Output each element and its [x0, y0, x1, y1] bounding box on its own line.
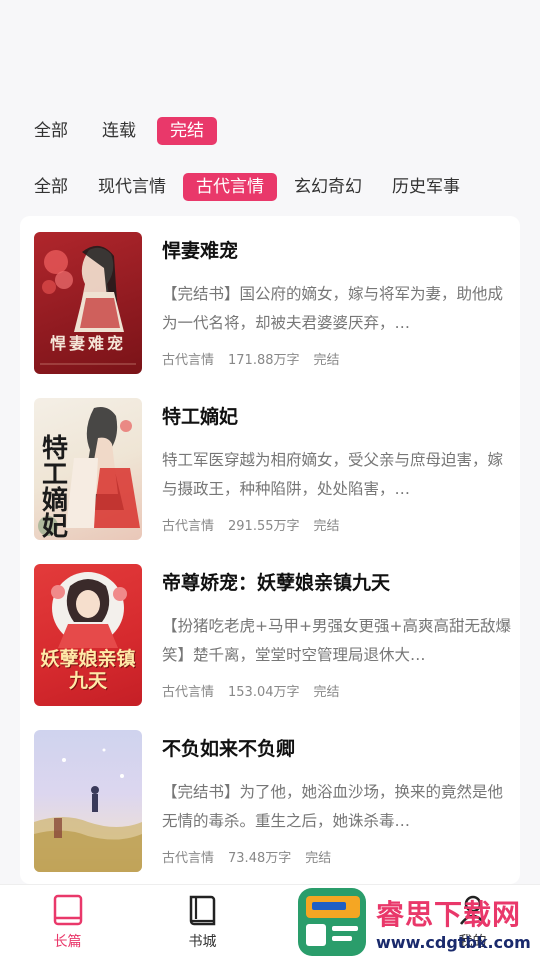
book-category: 古代言情 — [162, 851, 215, 866]
book-list: 悍妻难宠 悍妻难宠 【完结书】国公府的嫡女，嫁与将军为妻，助他成为一代名将，却被… — [20, 216, 520, 884]
tab-label: 长篇 — [53, 933, 82, 950]
book-info: 不负如来不负卿 【完结书】为了他，她浴血沙场，换来的竟然是他无情的毒杀。重生之后… — [154, 726, 506, 876]
book-word-count: 171.88万字 — [228, 353, 300, 368]
book-cover[interactable]: 妖孽娘亲镇九天 — [34, 564, 142, 706]
watermark-url: www.cdgtbk.com — [376, 932, 531, 952]
watermark-title: 睿思下载网 — [376, 897, 522, 931]
book-icon — [53, 894, 82, 925]
genre-filter-row: 全部 现代言情 古代言情 玄幻奇幻 历史军事 — [0, 172, 540, 202]
cover-title: 特工嫡妃 — [42, 434, 69, 540]
book-title[interactable]: 特工嫡妃 — [162, 402, 238, 429]
status-filter-complete[interactable]: 完结 — [157, 117, 217, 145]
book-item[interactable]: 不负如来不负卿 【完结书】为了他，她浴血沙场，换来的竟然是他无情的毒杀。重生之后… — [34, 726, 506, 876]
book-category: 古代言情 — [162, 519, 215, 534]
genre-filter-fantasy[interactable]: 玄幻奇幻 — [294, 173, 362, 201]
book-title[interactable]: 不负如来不负卿 — [162, 734, 295, 761]
cover-illustration — [34, 748, 142, 872]
book-item[interactable]: 悍妻难宠 悍妻难宠 【完结书】国公府的嫡女，嫁与将军为妻，助他成为一代名将，却被… — [34, 228, 506, 378]
book-meta: 古代言情 73.48万字 完结 — [162, 847, 345, 866]
watermark-logo-icon — [298, 888, 366, 956]
book-info: 悍妻难宠 【完结书】国公府的嫡女，嫁与将军为妻，助他成为一代名将，却被夫君婆婆厌… — [154, 228, 506, 378]
book-item[interactable]: 妖孽娘亲镇九天 帝尊娇宠：妖孽娘亲镇九天 【扮猪吃老虎+马甲+男强女更强+高爽高… — [34, 560, 511, 710]
genre-filter-all[interactable]: 全部 — [34, 173, 68, 201]
genre-filter-history-military[interactable]: 历史军事 — [392, 173, 460, 201]
book-info: 帝尊娇宠：妖孽娘亲镇九天 【扮猪吃老虎+马甲+男强女更强+高爽高甜无敌爆笑】楚千… — [154, 560, 511, 710]
book-status: 完结 — [313, 353, 340, 368]
watermark: 睿思下载网 www.cdgtbk.com — [296, 886, 540, 958]
book-word-count: 153.04万字 — [228, 685, 300, 700]
book-title[interactable]: 悍妻难宠 — [162, 236, 238, 263]
book-status: 完结 — [305, 851, 332, 866]
book-cover[interactable] — [34, 730, 142, 872]
tab-bookstore[interactable]: 书城 — [158, 893, 248, 951]
book-description: 【扮猪吃老虎+马甲+男强女更强+高爽高甜无敌爆笑】楚千离，堂堂时空管理局退休大… — [162, 617, 511, 664]
cover-title: 妖孽娘亲镇九天 — [40, 648, 136, 692]
status-filter-serial[interactable]: 连载 — [102, 117, 136, 145]
book-word-count: 291.55万字 — [228, 519, 300, 534]
tab-label: 书城 — [188, 933, 217, 950]
book-description: 特工军医穿越为相府嫡女，受父亲与庶母迫害，嫁与摄政王，种种陷阱，处处陷害，… — [162, 451, 504, 498]
book-status: 完结 — [313, 519, 340, 534]
book-info: 特工嫡妃 特工军医穿越为相府嫡女，受父亲与庶母迫害，嫁与摄政王，种种陷阱，处处陷… — [154, 394, 506, 544]
tab-long-novel[interactable]: 长篇 — [23, 893, 113, 951]
book-meta: 古代言情 153.04万字 完结 — [162, 681, 354, 700]
book-description: 【完结书】为了他，她浴血沙场，换来的竟然是他无情的毒杀。重生之后，她诛杀毒… — [162, 783, 504, 830]
book-category: 古代言情 — [162, 353, 215, 368]
book-word-count: 73.48万字 — [228, 851, 292, 866]
watermark-text: 睿思下载网 www.cdgtbk.com — [376, 893, 531, 952]
book-meta: 古代言情 291.55万字 完结 — [162, 515, 354, 534]
genre-filter-modern-romance[interactable]: 现代言情 — [98, 173, 166, 201]
cover-title: 悍妻难宠 — [49, 334, 126, 353]
book-meta: 古代言情 171.88万字 完结 — [162, 349, 354, 368]
book-cover[interactable]: 特工嫡妃 — [34, 398, 142, 540]
status-filter-all[interactable]: 全部 — [34, 117, 68, 145]
status-filter-row: 全部 连载 完结 — [0, 116, 540, 146]
book-title[interactable]: 帝尊娇宠：妖孽娘亲镇九天 — [162, 568, 390, 595]
book-category: 古代言情 — [162, 685, 215, 700]
header-spacer — [0, 0, 540, 112]
book-status: 完结 — [313, 685, 340, 700]
book-cover[interactable]: 悍妻难宠 — [34, 232, 142, 374]
bookshelf-icon — [189, 895, 215, 925]
genre-filter-ancient-romance[interactable]: 古代言情 — [183, 173, 277, 201]
book-description: 【完结书】国公府的嫡女，嫁与将军为妻，助他成为一代名将，却被夫君婆婆厌弃，… — [162, 285, 504, 332]
book-item[interactable]: 特工嫡妃 特工嫡妃 特工军医穿越为相府嫡女，受父亲与庶母迫害，嫁与摄政王，种种陷… — [34, 394, 506, 544]
